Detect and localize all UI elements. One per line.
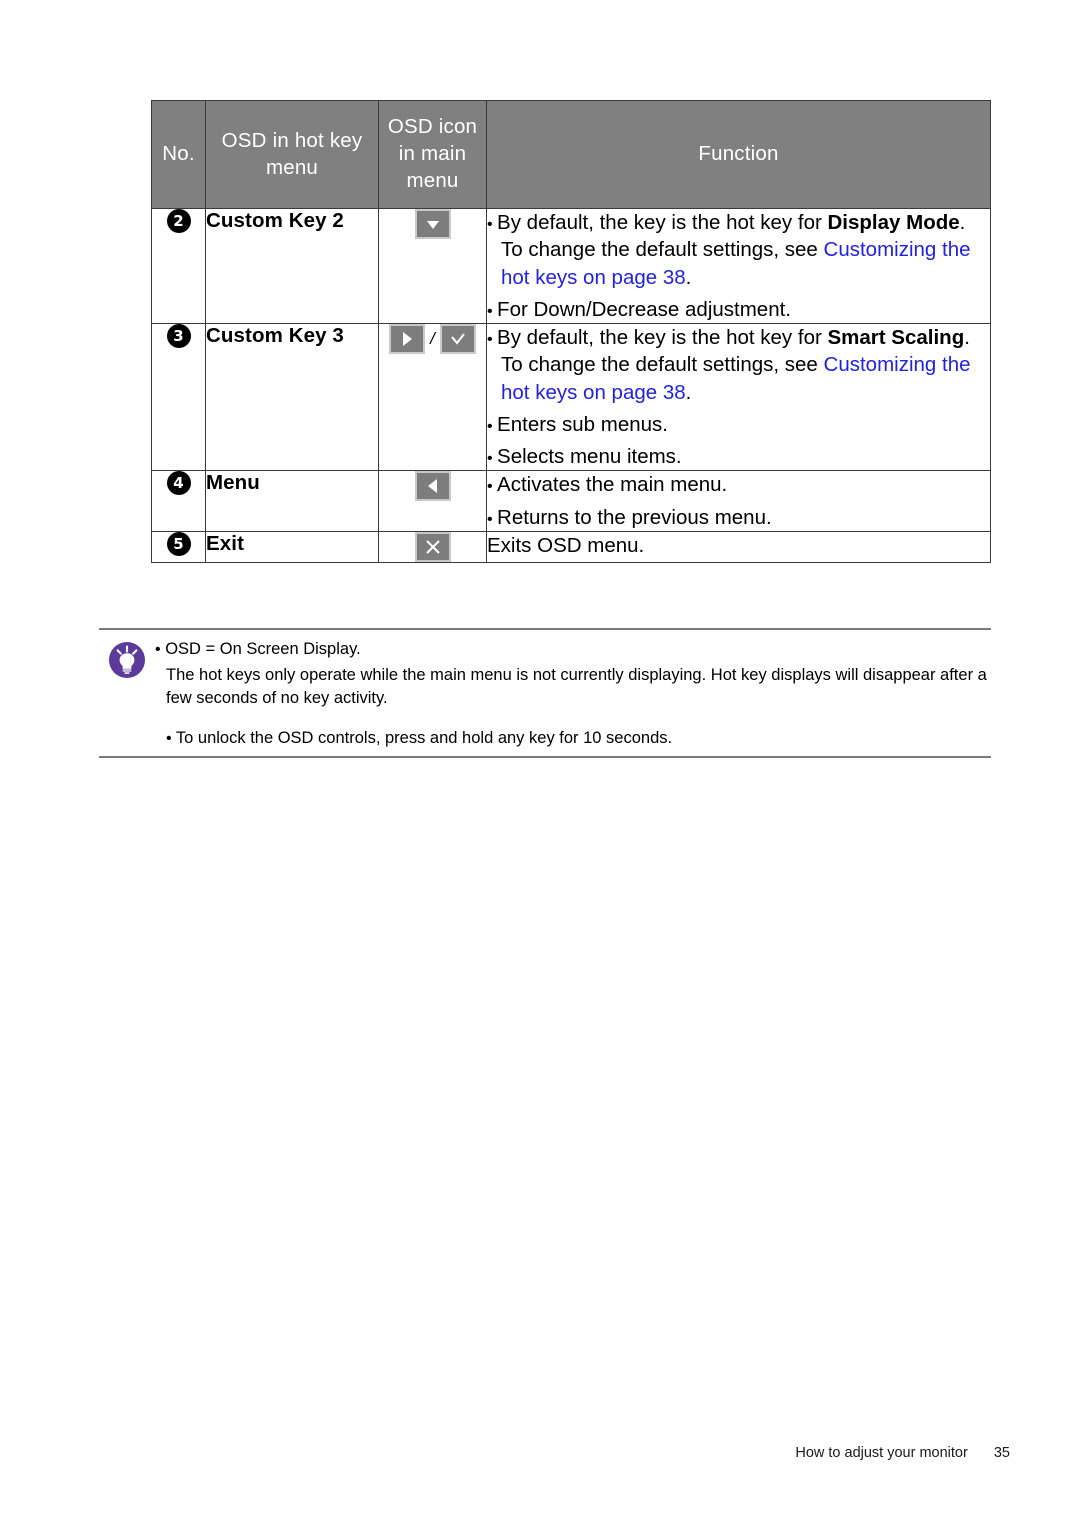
cell-hotkey-label: Exit bbox=[205, 530, 379, 563]
cell-number: 3 bbox=[151, 323, 206, 472]
table-header-row: No. OSD in hot key menu OSD icon in main… bbox=[151, 99, 991, 210]
function-bullet: • bbox=[487, 216, 498, 234]
cell-number: 5 bbox=[151, 530, 206, 563]
table-row: 4 Menu • Activates the main menu. • Returns… bbox=[151, 470, 991, 532]
cell-function: • Activates the main menu. • Returns to t… bbox=[486, 470, 991, 532]
note-content: • OSD = On Screen Display. The hot keys … bbox=[99, 630, 991, 756]
column-header-osd-icon-line3: menu bbox=[406, 169, 459, 193]
note-bullet-1: • bbox=[155, 641, 161, 658]
note-box: • OSD = On Screen Display. The hot keys … bbox=[99, 628, 991, 759]
function-line: • By default, the key is the hot key for… bbox=[487, 324, 990, 406]
function-text: Activates the main menu. bbox=[497, 473, 728, 497]
column-header-function-label: Function bbox=[698, 142, 779, 166]
number-badge: 2 bbox=[166, 209, 191, 234]
function-line: • For Down/Decrease adjustment. bbox=[487, 296, 990, 323]
number-badge: 4 bbox=[166, 471, 191, 496]
note-line-3: • To unlock the OSD controls, press and … bbox=[155, 727, 991, 751]
table-header: No. OSD in hot key menu OSD icon in main… bbox=[151, 99, 991, 210]
cell-hotkey-label: Custom Key 2 bbox=[205, 208, 379, 325]
column-header-osd-icon: OSD icon in main menu bbox=[378, 99, 487, 210]
cell-function: • By default, the key is the hot key for… bbox=[486, 323, 991, 472]
function-emphasis: Smart Scaling bbox=[827, 326, 965, 350]
cell-osd-icon bbox=[378, 470, 487, 532]
column-header-hotkey-menu-line1: OSD in hot key bbox=[221, 128, 363, 152]
note-bullet-2: • bbox=[166, 729, 172, 747]
note-line-1-text: OSD = On Screen Display. bbox=[165, 640, 361, 658]
column-header-hotkey-menu-line2: menu bbox=[265, 155, 319, 179]
column-header-osd-icon-line2: in main bbox=[398, 142, 467, 166]
number-badge: 5 bbox=[166, 531, 191, 556]
function-text: By default, the key is the hot key for bbox=[497, 211, 828, 235]
column-header-no: No. bbox=[151, 99, 206, 210]
cell-osd-icon bbox=[378, 208, 487, 325]
column-header-function: Function bbox=[486, 99, 991, 210]
right-triangle-icon[interactable] bbox=[389, 324, 426, 355]
left-triangle-icon[interactable] bbox=[414, 471, 451, 502]
cell-number: 2 bbox=[151, 208, 206, 325]
table-row: 5 Exit Exits OSD menu. bbox=[151, 530, 991, 563]
note-bottom-rule bbox=[99, 756, 991, 759]
function-bullet: • bbox=[487, 417, 498, 435]
function-text: Exits OSD menu. bbox=[487, 533, 645, 557]
page-footer: How to adjust your monitor 35 bbox=[0, 1445, 1010, 1461]
number-badge: 3 bbox=[166, 324, 191, 349]
function-bullet: • bbox=[487, 510, 498, 528]
function-bullet: • bbox=[487, 302, 498, 320]
note-line-3-text: To unlock the OSD controls, press and ho… bbox=[175, 728, 673, 747]
function-text: By default, the key is the hot key for bbox=[497, 326, 828, 350]
cell-number: 4 bbox=[151, 470, 206, 532]
column-header-osd-icon-line1: OSD icon bbox=[387, 115, 478, 138]
function-line: • Enters sub menus. bbox=[487, 411, 990, 438]
function-bullet: • bbox=[487, 478, 498, 496]
table-row: 2 Custom Key 2 • By default, the key is th… bbox=[151, 208, 991, 325]
function-text: . bbox=[685, 265, 692, 289]
function-line: • Selects menu items. bbox=[487, 443, 990, 470]
down-triangle-icon[interactable] bbox=[414, 209, 451, 240]
function-line: Exits OSD menu. bbox=[487, 532, 990, 559]
function-text: Enters sub menus. bbox=[497, 412, 668, 436]
close-x-icon[interactable] bbox=[414, 531, 451, 562]
function-text: Selects menu items. bbox=[497, 445, 682, 469]
cell-osd-icon bbox=[378, 530, 487, 563]
column-header-no-label: No. bbox=[162, 142, 195, 166]
function-bullet: • bbox=[487, 450, 498, 468]
check-icon[interactable] bbox=[439, 324, 476, 355]
tip-lightbulb-icon bbox=[105, 638, 149, 682]
footer-section-title: How to adjust your monitor bbox=[795, 1445, 968, 1461]
column-header-hotkey-menu: OSD in hot key menu bbox=[205, 99, 379, 210]
cell-function: • By default, the key is the hot key for… bbox=[486, 208, 991, 325]
note-line-2: The hot keys only operate while the main… bbox=[166, 665, 987, 708]
function-bullet: • bbox=[487, 331, 498, 349]
cell-hotkey-label: Custom Key 3 bbox=[205, 323, 379, 472]
function-line: • By default, the key is the hot key for… bbox=[487, 209, 990, 291]
table-body: 2 Custom Key 2 • By default, the key is th… bbox=[151, 208, 991, 563]
cell-function: Exits OSD menu. bbox=[486, 530, 991, 563]
osd-keys-table: No. OSD in hot key menu OSD icon in main… bbox=[151, 99, 991, 563]
cell-osd-icon: / bbox=[378, 323, 487, 472]
footer-page-number: 35 bbox=[993, 1445, 1010, 1461]
table-row: 3 Custom Key 3 / • By default, the key is t… bbox=[151, 323, 991, 472]
function-text: Returns to the previous menu. bbox=[497, 505, 772, 529]
function-emphasis: Display Mode bbox=[827, 211, 960, 235]
note-line-1: • OSD = On Screen Display. bbox=[155, 638, 991, 662]
function-line: • Activates the main menu. bbox=[487, 471, 990, 498]
note-text: • OSD = On Screen Display. The hot keys … bbox=[155, 636, 991, 750]
icon-separator: / bbox=[430, 329, 435, 349]
cell-hotkey-label: Menu bbox=[205, 470, 379, 532]
function-line: • Returns to the previous menu. bbox=[487, 504, 990, 531]
function-text: For Down/Decrease adjustment. bbox=[497, 297, 792, 321]
function-text: . bbox=[685, 380, 692, 404]
